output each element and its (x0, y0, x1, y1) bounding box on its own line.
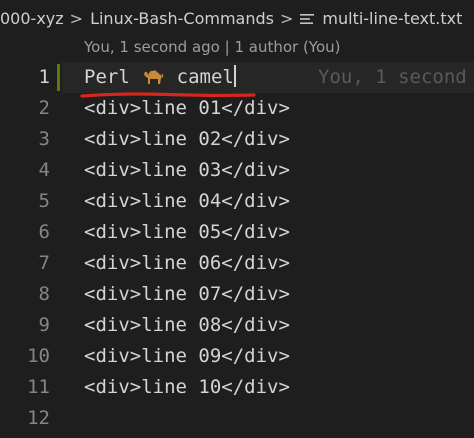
line-text-part: Perl (84, 66, 142, 88)
breadcrumb-file-label: multi-line-text.txt (322, 9, 463, 28)
line-text-part: camel (165, 66, 234, 88)
editor-line: 3 <div>line 02</div> (0, 124, 474, 155)
file-lines-icon (300, 14, 315, 24)
line-text[interactable]: <div>line 07</div> (84, 279, 290, 310)
editor-line: 1 Perl camel You, 1 second (0, 62, 474, 93)
line-number: 3 (38, 128, 50, 150)
editor-line: 12 (0, 403, 474, 434)
editor[interactable]: 1 Perl camel You, 1 second 2 <div>line 0… (0, 62, 474, 438)
breadcrumb-file[interactable]: multi-line-text.txt (300, 7, 462, 31)
codelens-blame[interactable]: You, 1 second ago | 1 author (You) (84, 36, 341, 58)
line-number: 12 (27, 407, 50, 429)
line-number: 10 (27, 345, 50, 367)
line-number: 11 (27, 376, 50, 398)
line-text[interactable]: <div>line 06</div> (84, 248, 290, 279)
breadcrumb-root[interactable]: 000-xyz (0, 7, 64, 31)
line-number: 7 (38, 252, 50, 274)
line-number: 6 (38, 221, 50, 243)
camel-icon (144, 70, 164, 84)
line-number: 9 (38, 314, 50, 336)
line-number: 2 (38, 97, 50, 119)
breadcrumb-folder[interactable]: Linux-Bash-Commands (90, 7, 274, 31)
breadcrumb: 000-xyz > Linux-Bash-Commands > multi-line-t… (0, 7, 462, 31)
breadcrumb-separator: > (69, 9, 84, 28)
text-cursor (233, 65, 236, 87)
line-number: 8 (38, 283, 50, 305)
breadcrumb-separator: > (279, 9, 294, 28)
editor-line: 11 <div>line 10</div> (0, 372, 474, 403)
editor-line: 4 <div>line 03</div> (0, 155, 474, 186)
editor-line: 7 <div>line 06</div> (0, 248, 474, 279)
line-text[interactable]: Perl camel (84, 62, 236, 93)
editor-line: 5 <div>line 04</div> (0, 186, 474, 217)
line-text[interactable]: <div>line 09</div> (84, 341, 290, 372)
line-text[interactable]: <div>line 04</div> (84, 186, 290, 217)
editor-line: 10 <div>line 09</div> (0, 341, 474, 372)
line-number: 5 (38, 190, 50, 212)
line-text[interactable]: <div>line 03</div> (84, 155, 290, 186)
inline-blame: You, 1 second (318, 66, 467, 88)
line-text[interactable]: <div>line 02</div> (84, 124, 290, 155)
line-text[interactable]: <div>line 08</div> (84, 310, 290, 341)
line-text[interactable]: <div>line 05</div> (84, 217, 290, 248)
line-number: 1 (38, 66, 50, 88)
line-text[interactable]: <div>line 10</div> (84, 372, 290, 403)
modified-gutter-indicator (57, 64, 60, 91)
annotation-underline (80, 92, 256, 98)
editor-line: 8 <div>line 07</div> (0, 279, 474, 310)
editor-line: 6 <div>line 05</div> (0, 217, 474, 248)
editor-line: 9 <div>line 08</div> (0, 310, 474, 341)
line-number: 4 (38, 159, 50, 181)
